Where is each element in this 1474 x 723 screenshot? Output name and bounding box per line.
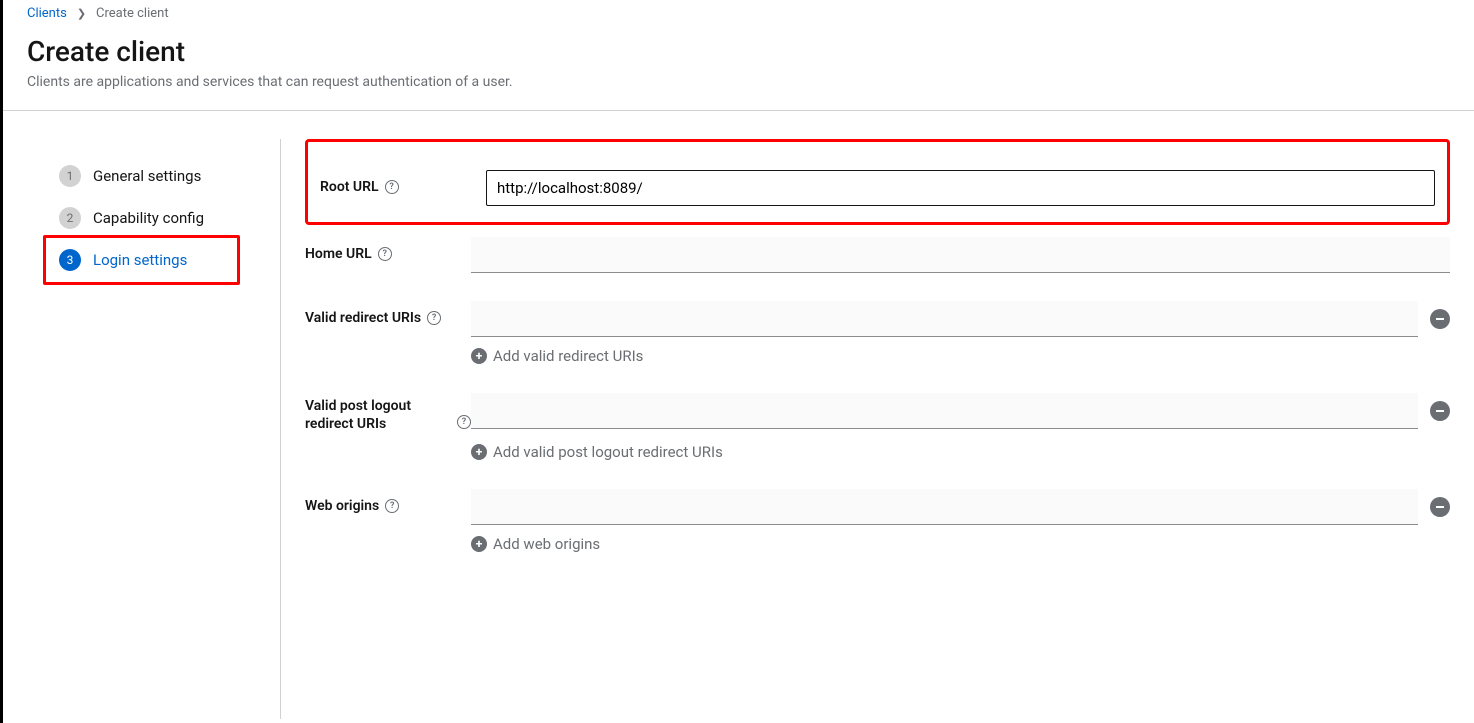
redirect-uris-label-col: Valid redirect URIs ?: [305, 301, 471, 327]
web-origins-label: Web origins: [305, 497, 379, 515]
redirect-uri-input[interactable]: [471, 301, 1418, 337]
page-subtitle: Clients are applications and services th…: [27, 74, 1450, 90]
page-title: Create client: [27, 35, 1450, 68]
remove-redirect-uri-button[interactable]: [1430, 309, 1450, 329]
wizard-nav: 1 General settings 2 Capability config 3…: [3, 139, 281, 719]
remove-post-logout-uri-button[interactable]: [1430, 401, 1450, 421]
post-logout-uri-input[interactable]: [471, 393, 1418, 429]
add-web-origin-button[interactable]: + Add web origins: [471, 535, 1450, 553]
minus-icon: [1435, 314, 1445, 324]
web-origins-label-col: Web origins ?: [305, 489, 471, 515]
wizard-step-general[interactable]: 1 General settings: [51, 155, 280, 197]
step-badge: 1: [59, 165, 81, 187]
post-logout-label: Valid post logout redirect URIs: [305, 397, 451, 433]
home-url-input[interactable]: [471, 237, 1450, 273]
form-area: Root URL ? Home URL ?: [281, 139, 1474, 719]
post-logout-uris-group: Valid post logout redirect URIs ? + Add …: [305, 393, 1450, 461]
step-label: Capability config: [93, 209, 204, 227]
add-web-origin-label: Add web origins: [493, 535, 600, 553]
help-icon[interactable]: ?: [385, 499, 399, 513]
home-url-label: Home URL: [305, 245, 372, 263]
home-url-group: Home URL ?: [305, 237, 1450, 273]
breadcrumb-link-clients[interactable]: Clients: [27, 6, 67, 21]
help-icon[interactable]: ?: [457, 415, 471, 429]
post-logout-label-col: Valid post logout redirect URIs ?: [305, 393, 471, 433]
plus-icon: +: [471, 348, 487, 364]
web-origin-input[interactable]: [471, 489, 1418, 525]
redirect-uris-group: Valid redirect URIs ? + Add valid redire…: [305, 301, 1450, 365]
breadcrumb-current: Create client: [96, 6, 169, 21]
add-redirect-uri-button[interactable]: + Add valid redirect URIs: [471, 347, 1450, 365]
root-url-highlight: Root URL ?: [305, 139, 1450, 225]
redirect-uris-label: Valid redirect URIs: [305, 309, 421, 327]
chevron-right-icon: ❯: [77, 7, 86, 20]
root-url-label-col: Root URL ?: [320, 170, 486, 196]
step-label: Login settings: [93, 251, 187, 269]
help-icon[interactable]: ?: [378, 247, 392, 261]
remove-web-origin-button[interactable]: [1430, 497, 1450, 517]
wizard-step-login[interactable]: 3 Login settings: [51, 239, 280, 281]
step-badge: 3: [59, 249, 81, 271]
web-origins-group: Web origins ? + Add web origins: [305, 489, 1450, 553]
add-post-logout-label: Add valid post logout redirect URIs: [493, 443, 723, 461]
plus-icon: +: [471, 536, 487, 552]
plus-icon: +: [471, 444, 487, 460]
add-redirect-uri-label: Add valid redirect URIs: [493, 347, 643, 365]
root-url-label: Root URL: [320, 178, 379, 196]
step-label: General settings: [93, 167, 201, 185]
home-url-label-col: Home URL ?: [305, 237, 471, 263]
main-area: 1 General settings 2 Capability config 3…: [3, 111, 1474, 719]
minus-icon: [1435, 502, 1445, 512]
help-icon[interactable]: ?: [427, 311, 441, 325]
add-post-logout-uri-button[interactable]: + Add valid post logout redirect URIs: [471, 443, 1450, 461]
breadcrumb: Clients ❯ Create client: [3, 0, 1474, 25]
minus-icon: [1435, 406, 1445, 416]
wizard-step-capability[interactable]: 2 Capability config: [51, 197, 280, 239]
root-url-input[interactable]: [486, 170, 1435, 206]
step-badge: 2: [59, 207, 81, 229]
page-header: Create client Clients are applications a…: [3, 25, 1474, 110]
help-icon[interactable]: ?: [385, 180, 399, 194]
